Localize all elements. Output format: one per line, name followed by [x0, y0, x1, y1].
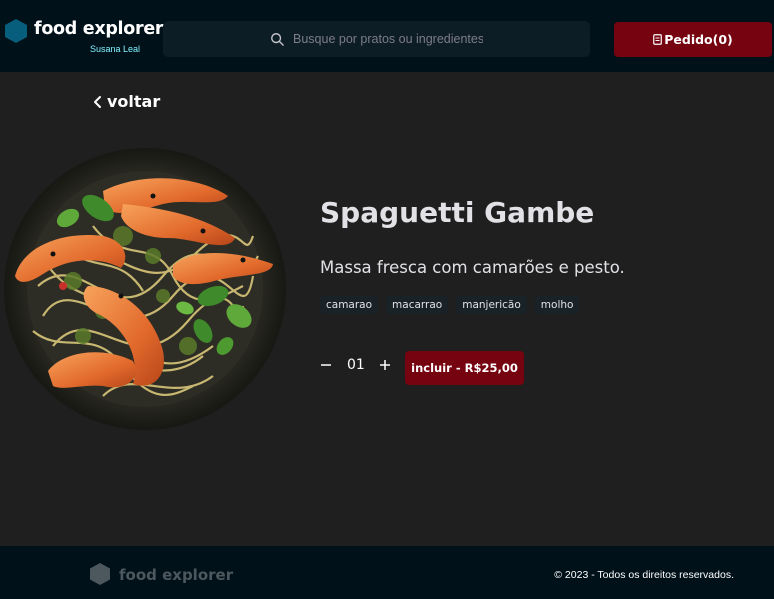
header: food explorer Susana Leal Pedido(0) [0, 0, 774, 72]
brand-logo[interactable]: food explorer Susana Leal [5, 16, 164, 60]
plus-icon[interactable] [377, 357, 393, 373]
ingredient-tag: macarrao [386, 296, 449, 314]
search-icon [271, 33, 284, 46]
quantity-value: 01 [347, 357, 365, 373]
dish-title: Spaguetti Gambe [320, 196, 595, 229]
footer-brand-name: food explorer [119, 566, 234, 584]
footer: food explorer © 2023 - Todos os direitos… [0, 546, 774, 599]
minus-icon[interactable] [318, 357, 334, 373]
receipt-icon [653, 34, 663, 45]
ingredient-tag: molho [534, 296, 580, 314]
ingredient-tag: manjericão [456, 296, 527, 314]
user-name: Susana Leal [89, 44, 140, 54]
back-link-label: voltar [107, 92, 161, 111]
back-link[interactable]: voltar [93, 92, 160, 111]
chevron-left-icon [94, 95, 101, 108]
search-bar[interactable] [163, 21, 590, 57]
hexagon-logo-icon [90, 563, 110, 585]
copyright-text: © 2023 - Todos os direitos reservados. [554, 569, 734, 581]
order-button[interactable]: Pedido(0) [614, 22, 772, 57]
ingredient-tags: camarao macarrao manjericão molho [320, 296, 580, 314]
hexagon-logo-icon [5, 19, 27, 43]
brand-name: food explorer [34, 19, 164, 39]
dish-description: Massa fresca com camarões e pesto. [320, 258, 625, 277]
search-input[interactable] [293, 32, 483, 46]
ingredient-tag: camarao [320, 296, 379, 314]
quantity-stepper: 01 [318, 357, 393, 373]
include-button[interactable]: incluir - R$25,00 [405, 351, 524, 385]
dish-image [4, 148, 286, 430]
order-button-label: Pedido(0) [664, 32, 733, 47]
